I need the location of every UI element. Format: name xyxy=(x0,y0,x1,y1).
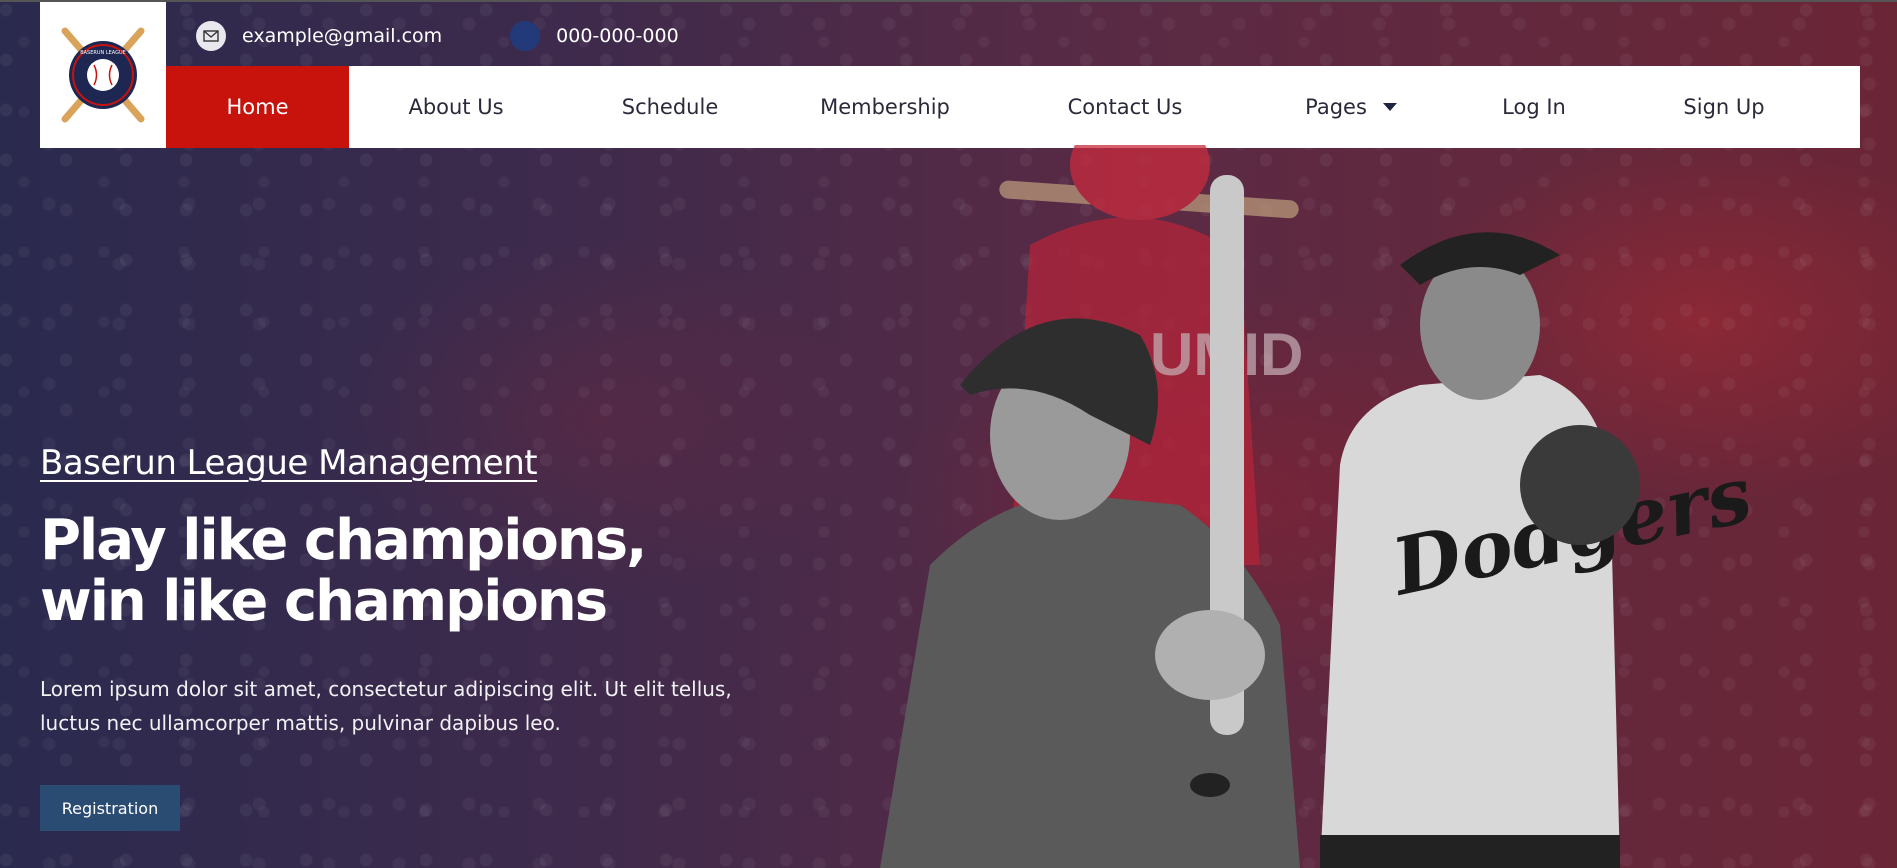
nav-item-home[interactable]: Home xyxy=(166,66,349,148)
nav-item-label: About Us xyxy=(408,95,504,119)
caret-down-icon xyxy=(1382,103,1397,111)
site-logo[interactable]: BASERUN LEAGUE xyxy=(40,2,166,148)
mail-icon xyxy=(196,21,226,51)
nav-item-label: Contact Us xyxy=(1067,95,1183,119)
hero-eyebrow-link[interactable]: Baserun League Management xyxy=(40,443,538,483)
nav-item-label: Sign Up xyxy=(1683,95,1765,119)
phone-icon xyxy=(510,21,541,51)
contact-phone[interactable]: 000-000-000 xyxy=(510,21,679,51)
nav-item-contact-us[interactable]: Contact Us xyxy=(993,66,1257,148)
registration-button[interactable]: Registration xyxy=(40,785,180,831)
pitcher-figure: Dodgers xyxy=(1320,232,1759,868)
nav-item-label: Log In xyxy=(1502,95,1566,119)
contact-email[interactable]: example@gmail.com xyxy=(196,21,442,51)
nav-item-label: Pages xyxy=(1305,95,1367,119)
nav-item-about-us[interactable]: About Us xyxy=(349,66,563,148)
nav-item-sign-up[interactable]: Sign Up xyxy=(1623,66,1825,148)
svg-text:BASERUN LEAGUE: BASERUN LEAGUE xyxy=(80,50,126,56)
hero-headline: Play like champions, win like champions xyxy=(40,508,647,634)
main-nav: Home About Us Schedule Membership Contac… xyxy=(166,66,1860,148)
nav-item-schedule[interactable]: Schedule xyxy=(563,66,777,148)
nav-item-label: Home xyxy=(226,95,289,119)
nav-item-log-in[interactable]: Log In xyxy=(1445,66,1623,148)
nav-item-label: Membership xyxy=(820,95,950,119)
baseball-league-logo: BASERUN LEAGUE xyxy=(61,27,145,123)
hero-lead: Lorem ipsum dolor sit amet, consectetur … xyxy=(40,677,732,735)
contact-email-text: example@gmail.com xyxy=(242,25,443,47)
contact-bar: example@gmail.com 000-000-000 xyxy=(196,20,679,52)
players-image: UMID Dodgers xyxy=(880,145,1759,868)
contact-phone-text: 000-000-000 xyxy=(556,25,679,47)
nav-item-membership[interactable]: Membership xyxy=(777,66,993,148)
nav-item-pages[interactable]: Pages xyxy=(1257,66,1445,148)
top-rule xyxy=(0,0,1897,2)
nav-item-label: Schedule xyxy=(621,95,719,119)
